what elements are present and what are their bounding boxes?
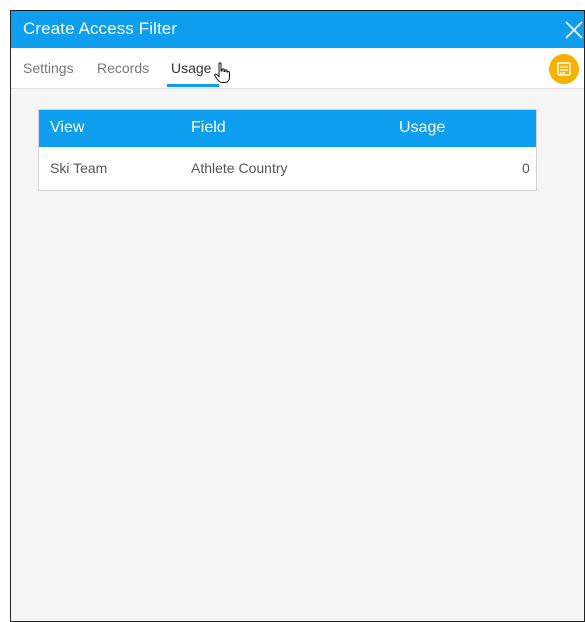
dialog-title: Create Access Filter [23,19,178,38]
close-icon[interactable] [562,17,584,41]
row-field: Athlete Country [191,160,288,176]
active-tab-indicator [167,84,219,87]
menu-icon[interactable] [549,54,579,84]
tab-records[interactable]: Records [97,60,149,76]
tab-bar: Settings Records Usage [11,48,584,89]
tab-settings[interactable]: Settings [23,60,74,76]
row-view: Ski Team [50,160,108,176]
tab-usage[interactable]: Usage [171,60,211,76]
hand-pointer-cursor-icon [214,62,230,84]
column-header-view[interactable]: View [50,119,84,137]
dialog-titlebar: Create Access Filter [11,11,584,48]
column-header-usage[interactable]: Usage [399,119,445,137]
usage-table: View Field Usage Ski Team Athlete Countr… [38,109,537,191]
column-header-field[interactable]: Field [191,119,226,137]
create-access-filter-dialog: Create Access Filter Settings Records Us… [10,10,585,622]
table-row[interactable]: Ski Team Athlete Country 0 [39,147,536,190]
row-usage-count: 0 [522,160,530,176]
table-header: View Field Usage [39,110,536,147]
